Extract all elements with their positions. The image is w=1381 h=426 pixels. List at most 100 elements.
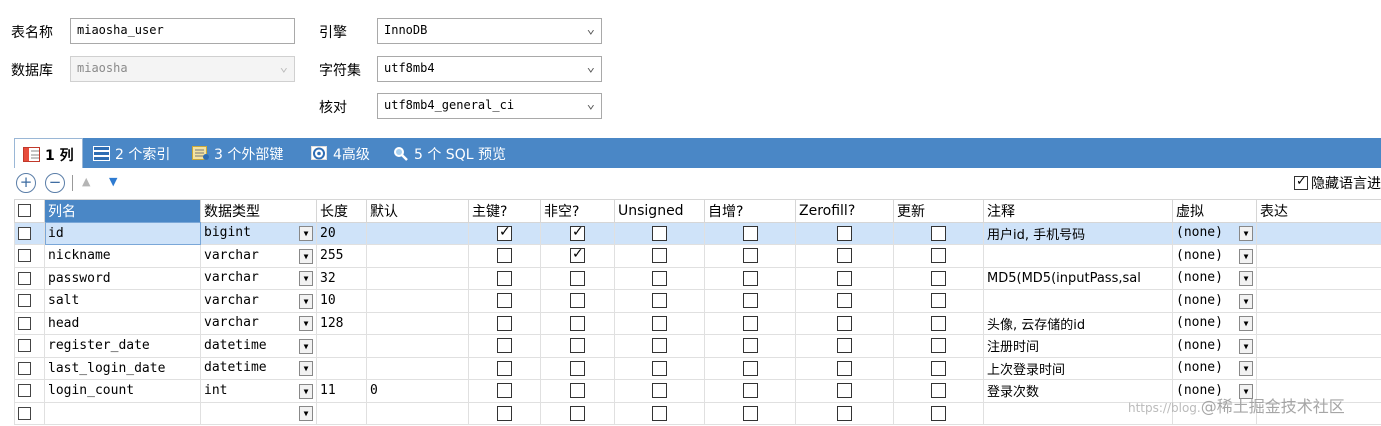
field-zerofill-cell[interactable]	[795, 266, 894, 290]
field-autoinc-cell[interactable]	[704, 289, 796, 313]
row-select-cell[interactable]	[14, 289, 45, 313]
table-name-input[interactable]: miaosha_user	[70, 18, 295, 44]
table-row[interactable]: register_date datetime ▼ 注册时间 (none) ▼	[14, 334, 1381, 358]
column-header[interactable]: 更新	[893, 199, 984, 223]
table-row[interactable]: password varchar ▼ 32 MD5(MD5(inputPass,sal(…	[14, 266, 1381, 290]
field-unsigned-cell[interactable]	[614, 356, 705, 380]
column-header[interactable]: 数据类型	[200, 199, 317, 223]
table-row[interactable]: nicknamevarchar▼255(none)▼	[14, 244, 1381, 268]
field-unsigned-cell[interactable]	[614, 266, 705, 290]
move-up-icon[interactable]: ▲	[82, 175, 90, 188]
field-pk-cell[interactable]	[468, 334, 541, 358]
field-type-cell[interactable]: ▼	[200, 401, 317, 425]
dropdown-arrow-icon[interactable]: ▼	[1239, 316, 1253, 332]
tab-sql-preview[interactable]: 5 个 SQL 预览	[384, 138, 514, 168]
field-length-cell[interactable]: 11	[316, 379, 367, 403]
field-update-cell[interactable]	[893, 356, 984, 380]
column-header[interactable]: 默认	[366, 199, 469, 223]
column-header[interactable]: 列名	[44, 199, 201, 223]
field-notnull-cell[interactable]	[540, 266, 615, 290]
remove-field-button[interactable]: −	[45, 173, 65, 193]
field-default-cell[interactable]	[366, 401, 469, 425]
field-default-cell[interactable]	[366, 289, 469, 313]
field-update-cell[interactable]	[893, 311, 984, 335]
column-header[interactable]: 虚拟	[1172, 199, 1257, 223]
dropdown-arrow-icon[interactable]: ▼	[299, 316, 313, 332]
field-type-cell[interactable]: datetime ▼	[200, 356, 317, 380]
field-length-cell[interactable]: 32	[316, 266, 367, 290]
row-select-cell[interactable]	[14, 379, 45, 403]
field-update-cell[interactable]	[893, 334, 984, 358]
field-comment-cell[interactable]: MD5(MD5(inputPass,sal	[983, 266, 1173, 290]
charset-select[interactable]: utf8mb4 ⌄	[377, 56, 602, 82]
field-pk-cell[interactable]	[468, 379, 541, 403]
field-autoinc-cell[interactable]	[704, 311, 796, 335]
field-name-cell[interactable]: head	[44, 311, 201, 335]
tab-advanced[interactable]: 4高级	[303, 138, 378, 168]
row-select-cell[interactable]	[14, 244, 45, 268]
field-comment-cell[interactable]	[983, 289, 1173, 313]
field-zerofill-cell[interactable]	[795, 244, 894, 268]
dropdown-arrow-icon[interactable]: ▼	[299, 338, 313, 354]
row-select-cell[interactable]	[14, 311, 45, 335]
field-default-cell[interactable]	[366, 221, 469, 245]
field-length-cell[interactable]: 20	[316, 221, 367, 245]
field-notnull-cell[interactable]	[540, 311, 615, 335]
field-virtual-cell[interactable]: (none) ▼	[1172, 289, 1257, 313]
field-notnull-cell[interactable]	[540, 334, 615, 358]
collation-select[interactable]: utf8mb4_general_ci ⌄	[377, 93, 602, 119]
field-notnull-cell[interactable]	[540, 379, 615, 403]
field-notnull-cell[interactable]	[540, 244, 615, 268]
field-autoinc-cell[interactable]	[704, 334, 796, 358]
table-row[interactable]: salt varchar ▼ 10 (none) ▼	[14, 289, 1381, 313]
field-virtual-cell[interactable]: (none) ▼	[1172, 221, 1257, 245]
field-zerofill-cell[interactable]	[795, 221, 894, 245]
field-type-cell[interactable]: varchar ▼	[200, 244, 317, 268]
field-pk-cell[interactable]	[468, 289, 541, 313]
field-type-cell[interactable]: varchar ▼	[200, 311, 317, 335]
field-default-cell[interactable]	[366, 244, 469, 268]
dropdown-arrow-icon[interactable]: ▼	[1239, 338, 1253, 354]
field-update-cell[interactable]	[893, 379, 984, 403]
column-header[interactable]: 注释	[983, 199, 1173, 223]
column-header[interactable]: 长度	[316, 199, 367, 223]
field-name-cell[interactable]: id	[44, 221, 201, 245]
field-pk-cell[interactable]	[468, 244, 541, 268]
select-all-cell[interactable]	[14, 199, 45, 223]
row-select-cell[interactable]	[14, 266, 45, 290]
field-zerofill-cell[interactable]	[795, 289, 894, 313]
tab-foreign-keys[interactable]: 3 个外部键	[184, 138, 291, 168]
engine-select[interactable]: InnoDB ⌄	[377, 18, 602, 44]
field-length-cell[interactable]: 255	[316, 244, 367, 268]
dropdown-arrow-icon[interactable]: ▼	[1239, 271, 1253, 287]
field-type-cell[interactable]: int ▼	[200, 379, 317, 403]
field-autoinc-cell[interactable]	[704, 356, 796, 380]
field-name-cell[interactable]: salt	[44, 289, 201, 313]
field-unsigned-cell[interactable]	[614, 334, 705, 358]
field-notnull-cell[interactable]	[540, 401, 615, 425]
field-unsigned-cell[interactable]	[614, 221, 705, 245]
row-select-cell[interactable]	[14, 334, 45, 358]
field-expression-cell[interactable]	[1256, 356, 1381, 380]
field-update-cell[interactable]	[893, 266, 984, 290]
field-comment-cell[interactable]: 用户id, 手机号码	[983, 221, 1173, 245]
table-row[interactable]: last_login_date datetime ▼ 上次登录时间 (none) ▼	[14, 356, 1381, 380]
field-name-cell[interactable]: last_login_date	[44, 356, 201, 380]
field-default-cell[interactable]	[366, 334, 469, 358]
field-virtual-cell[interactable]: (none) ▼	[1172, 266, 1257, 290]
field-zerofill-cell[interactable]	[795, 311, 894, 335]
table-row[interactable]: idbigint▼20用户id, 手机号码(none)▼	[14, 221, 1381, 245]
field-unsigned-cell[interactable]	[614, 401, 705, 425]
field-autoinc-cell[interactable]	[704, 401, 796, 425]
table-row[interactable]: head varchar ▼ 128 头像, 云存储的id (none) ▼	[14, 311, 1381, 335]
column-header[interactable]: 表达	[1256, 199, 1381, 223]
field-name-cell[interactable]: password	[44, 266, 201, 290]
field-update-cell[interactable]	[893, 221, 984, 245]
column-header[interactable]: Zerofill?	[795, 199, 894, 223]
dropdown-arrow-icon[interactable]: ▼	[1239, 293, 1253, 309]
field-expression-cell[interactable]	[1256, 334, 1381, 358]
field-pk-cell[interactable]	[468, 266, 541, 290]
field-expression-cell[interactable]	[1256, 221, 1381, 245]
field-expression-cell[interactable]	[1256, 244, 1381, 268]
field-length-cell[interactable]: 10	[316, 289, 367, 313]
